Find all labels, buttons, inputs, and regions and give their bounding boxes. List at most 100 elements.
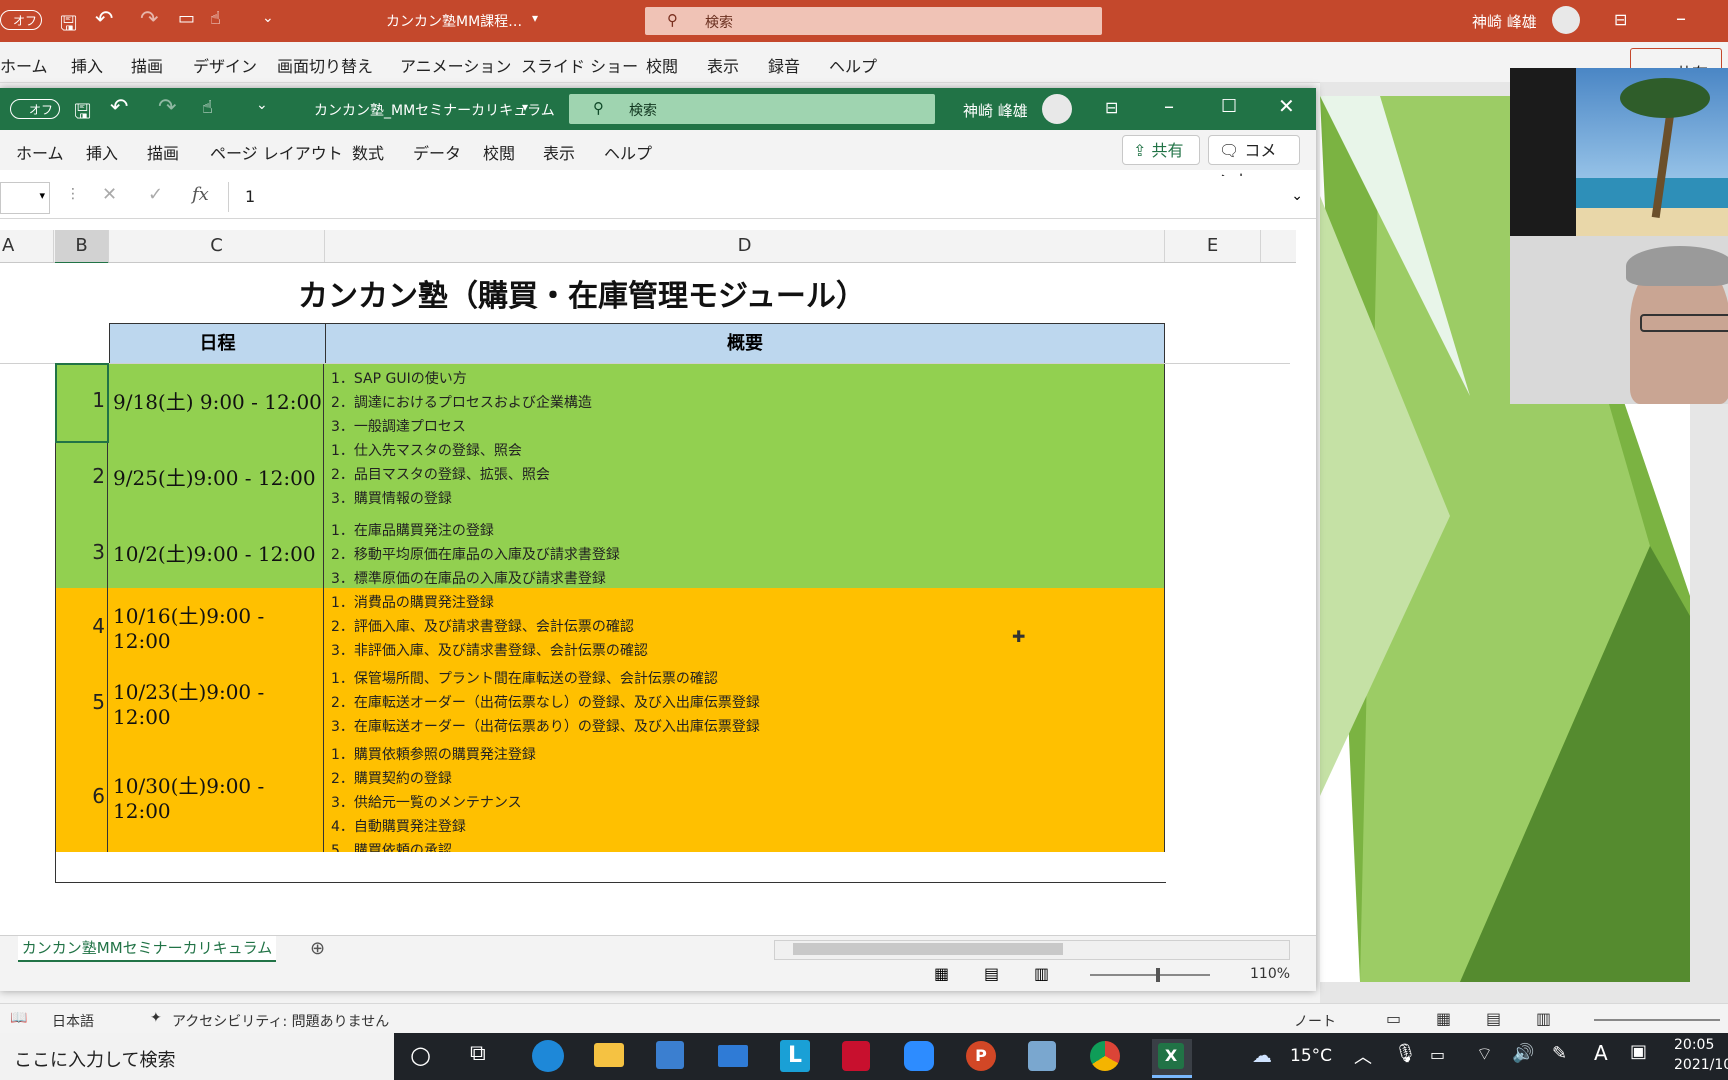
summary-cell[interactable]: 1．在庫品購買発注の登録 2．移動平均原価在庫品の入庫及び請求書登録 3．標準原価の… [325, 516, 1165, 588]
taskbar-search-box[interactable]: ここに入力して検索 [0, 1033, 394, 1080]
tab-help[interactable]: ヘルプ [604, 140, 652, 164]
video-tile-beach[interactable] [1510, 68, 1728, 236]
table-row[interactable]: 3 10/2(土)9:00 - 12:00 1．在庫品購買発注の登録 2．移動平均原価… [55, 516, 1165, 589]
chrome-icon[interactable] [1090, 1041, 1120, 1071]
accessibility-status[interactable]: アクセシビリティ: 問題ありません [172, 1011, 389, 1031]
customize-toolbar-icon[interactable]: ⌄ [256, 97, 268, 113]
pen-icon[interactable]: ✎ [1552, 1043, 1567, 1064]
spelling-icon[interactable]: 📖 [10, 1010, 27, 1026]
ppt-zoom-slider[interactable] [1594, 1019, 1720, 1021]
zoom-level[interactable]: 110% [1250, 966, 1290, 982]
virtualbox-icon[interactable] [1028, 1041, 1056, 1071]
video-tile-participant[interactable] [1510, 236, 1728, 404]
enter-icon[interactable]: ✓ [148, 184, 163, 205]
microphone-icon[interactable]: 🎙 [1394, 1043, 1417, 1064]
table-row[interactable]: 4 10/16(土)9:00 - 12:00 1．消費品の購買発注登録 2．評価入庫、… [55, 588, 1165, 665]
weather-temp[interactable]: 15°C [1290, 1046, 1332, 1066]
schedule-cell[interactable]: 9/18(土) 9:00 - 12:00 [109, 364, 324, 436]
summary-cell[interactable]: 1．SAP GUIの使い方 2．調達におけるプロセスおよび企業構造 3．一般調達プロ… [325, 364, 1165, 436]
comment-button[interactable]: 🗨 コメント [1208, 135, 1300, 190]
column-header-a[interactable]: A [0, 230, 54, 262]
page-layout-view-icon[interactable]: ▤ [984, 964, 999, 983]
file-explorer-icon[interactable] [594, 1043, 624, 1067]
summary-cell[interactable]: 1．仕入先マスタの登録、照会 2．品目マスタの登録、拡張、照会 3．購買情報の登録 [325, 436, 1165, 516]
ppt-tab-insert[interactable]: 挿入 [71, 53, 103, 77]
ribbon-display-icon[interactable]: ⊟ [1614, 10, 1627, 29]
table-row-partial[interactable] [55, 852, 1166, 883]
chevron-down-icon[interactable]: ▾ [532, 11, 538, 25]
worksheet-grid[interactable]: カンカン塾（購買・在庫管理モジュール） 日程 概要 1 9/18(土) 9:00 … [0, 263, 1290, 935]
column-header-d[interactable]: D [325, 230, 1165, 262]
close-icon[interactable]: ✕ [1278, 94, 1295, 118]
touch-mode-icon[interactable]: ☝ [202, 97, 213, 118]
sheet-title[interactable]: カンカン塾（購買・在庫管理モジュール） [298, 271, 866, 315]
column-header-c[interactable]: C [109, 230, 325, 262]
insert-function-icon[interactable]: fx [192, 184, 209, 205]
avatar[interactable] [1042, 94, 1072, 124]
slideshow-icon[interactable]: ▥ [1536, 1009, 1551, 1028]
redo-icon[interactable]: ↷ [158, 95, 176, 120]
minimize-icon[interactable]: – [1164, 94, 1174, 118]
ppt-tab-help[interactable]: ヘルプ [829, 53, 877, 77]
tab-view[interactable]: 表示 [543, 140, 575, 164]
volume-icon[interactable]: 🔊 [1512, 1043, 1534, 1064]
table-row[interactable]: 5 10/23(土)9:00 - 12:00 1．保管場所間、プラント間在庫転送の登… [55, 664, 1165, 741]
zoom-app-icon[interactable] [904, 1041, 934, 1071]
battery-icon[interactable]: ▭ [1430, 1045, 1445, 1064]
edge-icon[interactable] [532, 1040, 564, 1072]
row-number-cell[interactable]: 4 [55, 588, 108, 664]
chevron-down-icon[interactable]: ▾ [522, 100, 528, 114]
tab-home[interactable]: ホーム [16, 140, 64, 164]
normal-view-icon[interactable]: ▭ [1386, 1009, 1401, 1028]
ppt-tab-review[interactable]: 校閲 [646, 53, 678, 77]
header-summary[interactable]: 概要 [326, 324, 1164, 364]
ppt-search-box[interactable]: ⚲ 検索 [645, 7, 1102, 35]
table-row[interactable]: 1 9/18(土) 9:00 - 12:00 1．SAP GUIの使い方 2．調達にお… [55, 364, 1165, 437]
ppt-doc-title[interactable]: カンカン塾MM課程… [386, 11, 522, 31]
selected-cell[interactable] [55, 363, 109, 443]
tab-formulas[interactable]: 数式 [352, 140, 384, 164]
notes-button[interactable]: ノート [1294, 1011, 1336, 1031]
row-number-cell[interactable]: 5 [55, 664, 108, 740]
redo-icon[interactable]: ↷ [140, 7, 158, 32]
ppt-tab-view[interactable]: 表示 [707, 53, 739, 77]
table-row[interactable]: 2 9/25(土)9:00 - 12:00 1．仕入先マスタの登録、照会 2．品目マス… [55, 436, 1165, 517]
header-schedule[interactable]: 日程 [110, 324, 326, 364]
sheet-tab-active[interactable]: カンカン塾MMセミナーカリキュラム [18, 936, 276, 962]
zoom-slider-thumb[interactable] [1156, 968, 1160, 982]
ppt-tab-transitions[interactable]: 画面切り替え [277, 53, 373, 77]
wifi-icon[interactable]: ⌔ [1476, 1043, 1493, 1066]
maximize-icon[interactable]: ☐ [1221, 96, 1237, 117]
name-box[interactable]: ▾ [0, 182, 50, 214]
reading-view-icon[interactable]: ▤ [1486, 1009, 1501, 1028]
h-scroll-thumb[interactable] [793, 943, 1063, 955]
schedule-cell[interactable]: 10/23(土)9:00 - 12:00 [109, 664, 324, 740]
store-icon[interactable] [656, 1041, 684, 1069]
ppt-tab-animations[interactable]: アニメーション [400, 53, 511, 77]
customize-toolbar-icon[interactable]: ⌄ [262, 10, 274, 26]
mail-icon[interactable] [718, 1045, 748, 1067]
summary-cell[interactable]: 1．消費品の購買発注登録 2．評価入庫、及び請求書登録、会計伝票の確認 3．非評価入… [325, 588, 1165, 664]
excel-taskbar-icon[interactable]: X [1152, 1039, 1192, 1078]
autosave-toggle[interactable]: オフ [10, 99, 60, 119]
clock-time[interactable]: 20:05 [1674, 1037, 1714, 1053]
touch-mode-icon[interactable]: ☝ [210, 8, 221, 29]
save-icon[interactable]: 🖫 [60, 9, 77, 43]
row-number-cell[interactable]: 3 [55, 516, 108, 588]
schedule-cell[interactable]: 10/16(土)9:00 - 12:00 [109, 588, 324, 664]
notification-icon[interactable]: ▣ [1630, 1041, 1647, 1062]
language-status[interactable]: 日本語 [52, 1011, 94, 1031]
share-button[interactable]: ⇪ 共有 [1122, 135, 1200, 165]
tab-page-layout[interactable]: ページ レイアウト [210, 140, 343, 164]
undo-icon[interactable]: ↶ [110, 95, 128, 120]
ppt-tab-draw[interactable]: 描画 [131, 53, 163, 77]
mcafee-icon[interactable] [842, 1041, 870, 1071]
ime-mode-icon[interactable]: A [1594, 1041, 1608, 1065]
schedule-cell[interactable]: 10/2(土)9:00 - 12:00 [109, 516, 324, 588]
avatar[interactable] [1552, 6, 1580, 34]
column-header-e[interactable]: E [1165, 230, 1261, 262]
save-icon[interactable]: 🖫 [74, 97, 91, 131]
formula-input[interactable]: 1 ⌄ [228, 182, 1309, 212]
column-header-b[interactable]: B [55, 230, 109, 264]
cancel-icon[interactable]: ✕ [102, 184, 117, 205]
